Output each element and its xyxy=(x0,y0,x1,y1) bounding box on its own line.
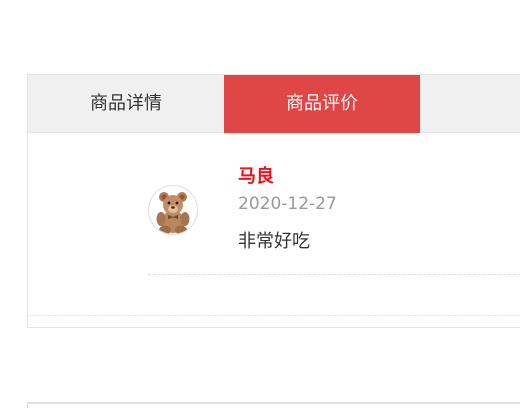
reviewer-name: 马良 xyxy=(238,166,274,187)
review-item: 马良 2020-12-27 非常好吃 xyxy=(148,133,520,275)
teddy-bear-icon xyxy=(148,185,198,235)
tab-bar: 商品详情 商品评价 xyxy=(28,75,520,133)
tab-product-details[interactable]: 商品详情 xyxy=(28,75,224,133)
review-date: 2020-12-27 xyxy=(238,194,337,214)
next-section-edge xyxy=(27,402,520,408)
review-comment: 非常好吃 xyxy=(238,231,310,252)
section-divider xyxy=(28,315,520,316)
tab-product-reviews[interactable]: 商品评价 xyxy=(224,75,420,133)
avatar-teddy-bear-image xyxy=(149,186,197,234)
product-tabs-panel: 商品详情 商品评价 马良 2020-12-27 非常好吃 xyxy=(27,74,520,328)
